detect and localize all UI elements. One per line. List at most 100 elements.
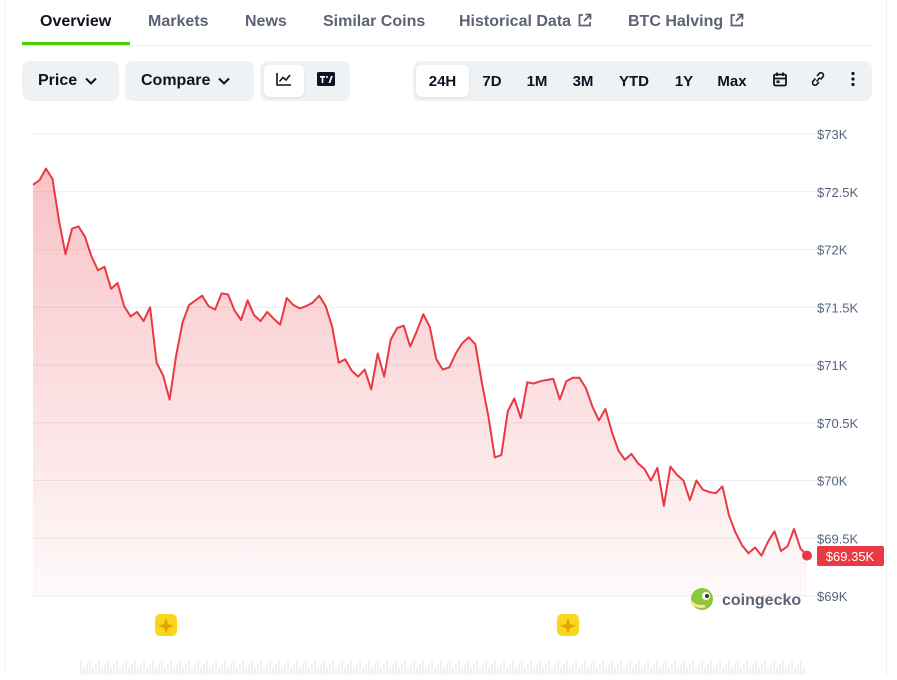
volume-bar [245, 667, 247, 675]
volume-bar [263, 667, 265, 675]
volume-bar [701, 661, 703, 675]
tab-overview-label: Overview [40, 13, 112, 30]
line-view-button[interactable] [264, 65, 304, 97]
volume-bar [446, 664, 448, 675]
tradingview-button[interactable] [306, 65, 346, 97]
volume-bar [215, 661, 217, 675]
volume-bar [518, 664, 520, 675]
event-marker[interactable] [155, 614, 177, 636]
tradingview-icon [317, 72, 335, 90]
coingecko-watermark: coingecko [689, 588, 801, 610]
y-tick-label: $69.5K [817, 531, 859, 546]
volume-bar [716, 664, 718, 675]
volume-bar [527, 664, 529, 675]
volume-bar [383, 664, 385, 675]
volume-bar [668, 667, 670, 675]
share-link-button[interactable] [803, 65, 833, 97]
volume-bar [347, 664, 349, 675]
volume-bar [680, 664, 682, 675]
line-chart-icon [276, 72, 292, 90]
tab-historical-data[interactable]: Historical Data [459, 13, 592, 33]
volume-bar [107, 661, 109, 675]
tab-historical-data-label: Historical Data [459, 13, 572, 30]
volume-bar [488, 667, 490, 675]
volume-bar [407, 667, 409, 675]
volume-bar [242, 661, 244, 675]
volume-bar [608, 664, 610, 675]
price-dropdown[interactable]: Price [22, 61, 119, 101]
range-3m-button[interactable]: 3M [563, 65, 603, 97]
volume-bar [404, 661, 406, 675]
volume-bar [605, 667, 607, 675]
y-tick-label: $72K [817, 243, 848, 258]
tab-similar-coins[interactable]: Similar Coins [323, 13, 425, 31]
volume-bar [599, 664, 601, 675]
range-24h-button[interactable]: 24H [416, 65, 469, 97]
volume-bar [686, 667, 688, 675]
external-link-icon [729, 13, 744, 33]
volume-bar [140, 664, 142, 675]
volume-bar [308, 667, 310, 675]
compare-dropdown[interactable]: Compare [125, 61, 254, 101]
volume-bar [287, 661, 289, 675]
y-tick-label: $71.5K [817, 300, 859, 315]
volume-bar [128, 667, 130, 675]
volume-bar [164, 667, 166, 675]
external-link-icon [577, 13, 592, 33]
volume-bar [197, 661, 199, 675]
volume-bar [305, 661, 307, 675]
price-chart[interactable]: $69K $69.5K $70K $70.5K $71K $71.5K $72K $72.5K… [0, 110, 897, 675]
volume-bar [509, 664, 511, 675]
tab-markets[interactable]: Markets [148, 13, 208, 31]
volume-bar [296, 661, 298, 675]
calendar-icon [773, 72, 787, 91]
volume-bar [665, 661, 667, 675]
volume-bar [212, 664, 214, 675]
range-max-button[interactable]: Max [709, 65, 755, 97]
volume-bar [734, 664, 736, 675]
range-1m-button[interactable]: 1M [518, 65, 556, 97]
volume-bar [401, 664, 403, 675]
range-1y-button[interactable]: 1Y [665, 65, 703, 97]
volume-bar [146, 667, 148, 675]
volume-bar [368, 661, 370, 675]
tab-btc-halving[interactable]: BTC Halving [628, 13, 744, 33]
range-3m-label: 3M [572, 72, 594, 90]
volume-bar [248, 664, 250, 675]
more-options-button[interactable] [841, 65, 865, 97]
date-range-button[interactable] [765, 65, 795, 97]
tab-btc-halving-label: BTC Halving [628, 13, 724, 30]
volume-bar [89, 661, 91, 675]
volume-bar [386, 661, 388, 675]
tab-news[interactable]: News [245, 13, 287, 31]
volume-bar [584, 661, 586, 675]
range-7d-label: 7D [482, 72, 502, 90]
volume-bar [452, 667, 454, 675]
event-marker[interactable] [557, 614, 579, 636]
volume-bar [311, 664, 313, 675]
volume-bar [575, 661, 577, 675]
volume-bar [341, 661, 343, 675]
volume-bar [497, 667, 499, 675]
range-7d-button[interactable]: 7D [473, 65, 511, 97]
volume-bar [350, 661, 352, 675]
volume-bar [533, 667, 535, 675]
volume-bar [209, 667, 211, 675]
volume-bar [359, 661, 361, 675]
volume-bar [371, 667, 373, 675]
volume-bar [158, 664, 160, 675]
volume-bar [335, 667, 337, 675]
volume-bar [374, 664, 376, 675]
volume-bar [683, 661, 685, 675]
volume-bar [695, 667, 697, 675]
y-tick-label: $73K [817, 127, 848, 142]
volume-bar [122, 664, 124, 675]
volume-bar [641, 667, 643, 675]
volume-bar [515, 667, 517, 675]
range-ytd-button[interactable]: YTD [609, 65, 659, 97]
volume-bar [506, 667, 508, 675]
volume-bar [377, 661, 379, 675]
tab-overview[interactable]: Overview [40, 13, 111, 31]
price-area-texture [33, 168, 807, 596]
volume-bar [398, 667, 400, 675]
